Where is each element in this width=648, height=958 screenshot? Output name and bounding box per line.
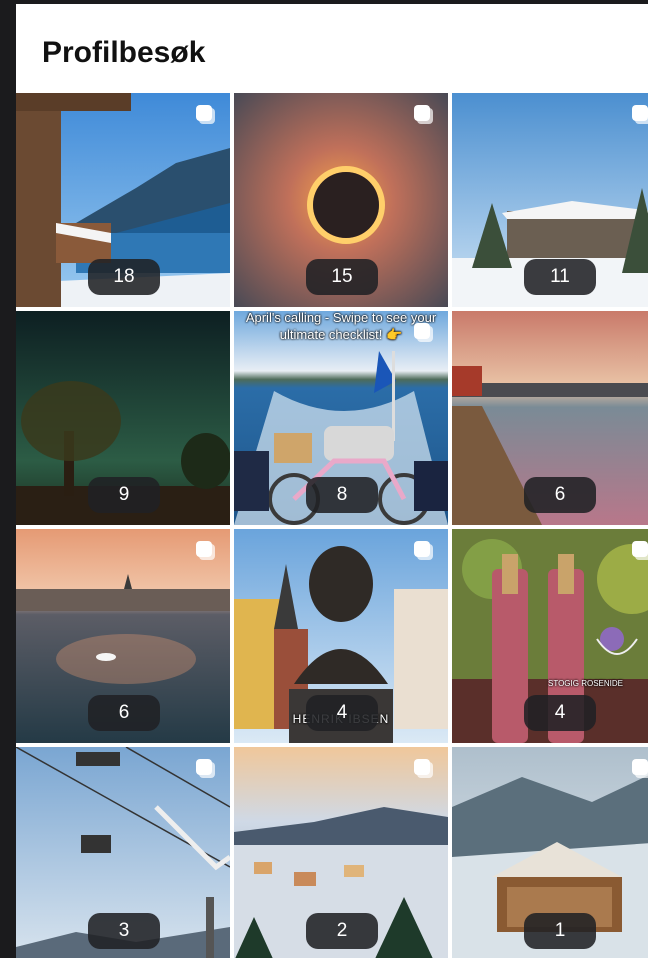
multiple-images-icon	[194, 103, 218, 127]
post-tile[interactable]: STOGIG ROSENIDE 4	[452, 529, 648, 743]
visit-count-badge: 2	[306, 913, 378, 949]
post-tile[interactable]: 1	[452, 747, 648, 958]
post-caption-overlay: April's calling - Swipe to see your ulti…	[245, 311, 437, 342]
post-tile[interactable]: 18	[16, 93, 230, 307]
visit-count-badge: 4	[306, 695, 378, 731]
post-tile[interactable]: 9	[16, 311, 230, 525]
visit-count-badge: 4	[524, 695, 596, 731]
visit-count-badge: 9	[88, 477, 160, 513]
post-tile[interactable]: 6	[452, 311, 648, 525]
multiple-images-icon	[630, 757, 648, 781]
post-tile[interactable]: HENRIK IBSEN 4	[234, 529, 448, 743]
multiple-images-icon	[412, 539, 436, 563]
multiple-images-icon	[630, 539, 648, 563]
multiple-images-icon	[412, 757, 436, 781]
visit-count-badge: 11	[524, 259, 596, 295]
multiple-images-icon	[194, 539, 218, 563]
post-tile[interactable]: 2	[234, 747, 448, 958]
post-tile[interactable]: 6	[16, 529, 230, 743]
post-tile[interactable]: April's calling - Swipe to see your ulti…	[234, 311, 448, 525]
visit-count-badge: 1	[524, 913, 596, 949]
visit-count-badge: 6	[88, 695, 160, 731]
multiple-images-icon	[630, 103, 648, 127]
page-title: Profilbesøk	[42, 36, 206, 69]
visit-count-badge: 3	[88, 913, 160, 949]
visit-count-badge: 8	[306, 477, 378, 513]
multiple-images-icon	[412, 321, 436, 345]
visit-count-badge: 6	[524, 477, 596, 513]
visit-count-badge: 18	[88, 259, 160, 295]
bottle-label-text: STOGIG ROSENIDE	[548, 679, 623, 688]
multiple-images-icon	[412, 103, 436, 127]
post-tile[interactable]: 11	[452, 93, 648, 307]
post-tile[interactable]: 15	[234, 93, 448, 307]
multiple-images-icon	[194, 757, 218, 781]
visit-count-badge: 15	[306, 259, 378, 295]
post-tile[interactable]: 3	[16, 747, 230, 958]
profile-visits-panel: Profilbesøk 18 15 11 9 April's calling -…	[16, 4, 648, 958]
